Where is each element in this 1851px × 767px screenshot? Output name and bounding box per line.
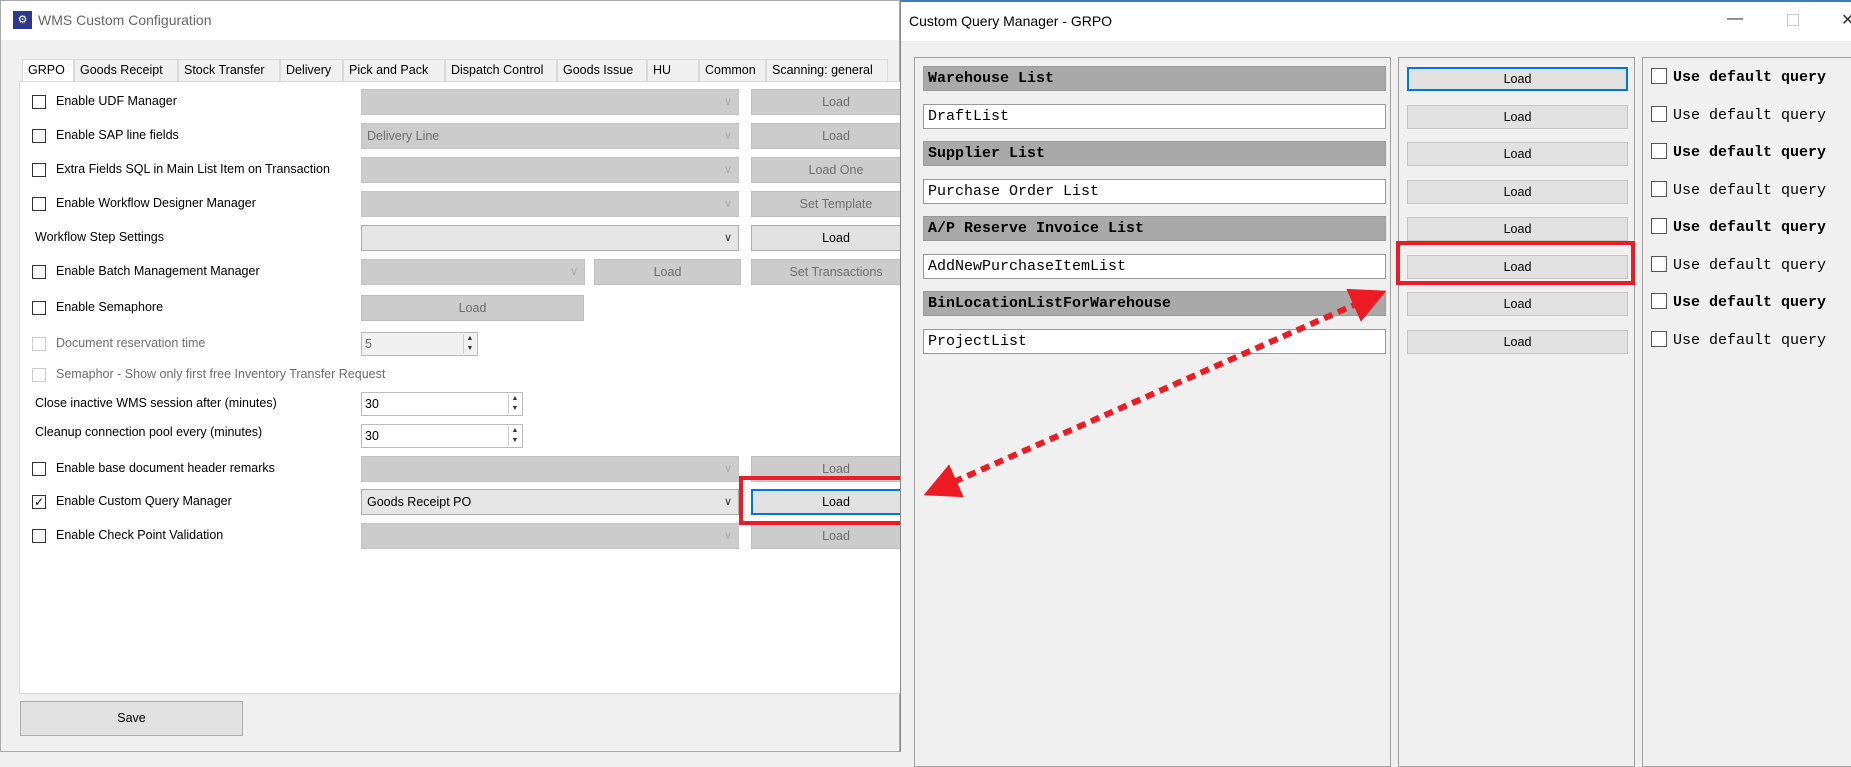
annotation-arrow (923, 288, 1387, 498)
double-arrow-line (923, 288, 1387, 498)
